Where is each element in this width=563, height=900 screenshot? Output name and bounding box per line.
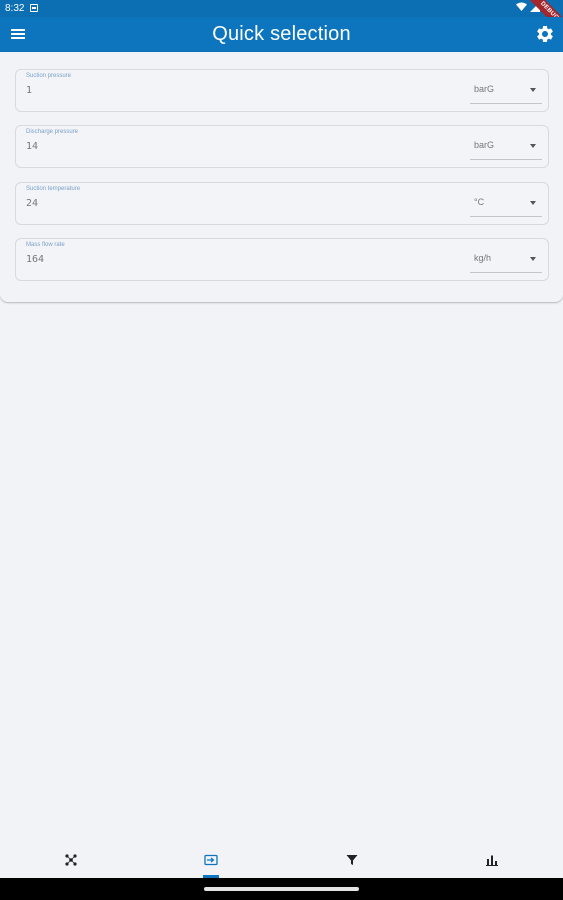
field-value[interactable]: 24 [26, 198, 38, 209]
gear-icon [537, 25, 553, 42]
dropdown-arrow-icon [530, 257, 536, 261]
discharge-pressure-field[interactable]: Discharge pressure 14 barG [15, 125, 549, 168]
unit-label: barG [474, 84, 495, 94]
nav-item-molecule[interactable] [0, 844, 140, 878]
bar-chart-icon [486, 855, 498, 866]
suction-pressure-field[interactable]: Suction pressure 1 barG [15, 69, 549, 112]
gesture-handle[interactable] [204, 887, 359, 891]
field-label: Suction temperature [26, 186, 81, 192]
filter-icon [346, 855, 358, 865]
field-value[interactable]: 14 [26, 141, 38, 152]
unit-label: barG [474, 140, 495, 150]
molecule-icon [65, 854, 77, 866]
system-navigation-bar [0, 878, 563, 900]
field-label: Discharge pressure [26, 129, 79, 135]
unit-dropdown[interactable]: kg/h [470, 247, 542, 273]
suction-temperature-field[interactable]: Suction temperature 24 °C [15, 182, 549, 225]
field-label: Suction pressure [26, 73, 72, 79]
status-time: 8:32 [5, 3, 25, 14]
wifi-icon [516, 2, 527, 11]
unit-label: kg/h [474, 253, 492, 263]
nav-item-filter[interactable] [280, 844, 420, 878]
field-value[interactable]: 1 [26, 85, 32, 96]
unit-dropdown[interactable]: barG [470, 78, 542, 104]
unit-dropdown[interactable]: barG [470, 134, 542, 160]
page-title: Quick selection [212, 23, 351, 45]
dropdown-arrow-icon [530, 144, 536, 148]
unit-label: °C [474, 197, 485, 207]
quick-selection-form: Suction pressure 1 barG Discharge pressu… [0, 52, 563, 302]
unit-dropdown[interactable]: °C [470, 191, 542, 217]
app-bar: Quick selection [0, 17, 563, 52]
mass-flow-rate-field[interactable]: Mass flow rate 164 kg/h [15, 238, 549, 281]
notification-icon [30, 4, 38, 12]
dropdown-arrow-icon [530, 201, 536, 205]
input-icon [204, 854, 218, 866]
nav-item-chart[interactable] [420, 844, 560, 878]
settings-button[interactable] [535, 24, 555, 44]
bottom-navigation [0, 844, 563, 878]
field-label: Mass flow rate [26, 242, 65, 248]
status-bar: 8:32 DEBUG [0, 0, 563, 36]
nav-item-input[interactable] [140, 844, 280, 878]
field-value[interactable]: 164 [26, 254, 44, 265]
dropdown-arrow-icon [530, 88, 536, 92]
